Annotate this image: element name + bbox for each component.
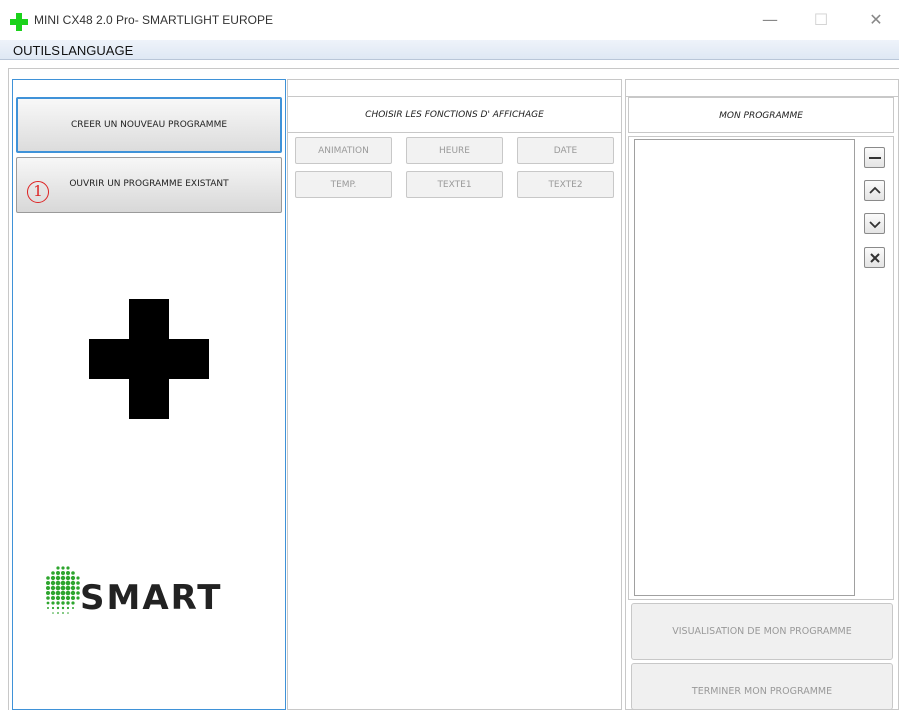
green-cross-icon <box>10 13 28 31</box>
function-animation-button[interactable]: ANIMATION <box>295 137 392 164</box>
dot-grid-icon <box>46 566 80 614</box>
create-program-button[interactable]: CREER UN NOUVEAU PROGRAMME <box>16 97 282 153</box>
functions-panel-top <box>287 79 622 97</box>
minus-icon <box>869 157 881 159</box>
create-program-label: CREER UN NOUVEAU PROGRAMME <box>70 120 228 130</box>
move-up-button[interactable] <box>864 180 885 201</box>
function-heure-button[interactable]: HEURE <box>406 137 503 164</box>
menu-language[interactable]: LANGUAGE <box>61 43 133 58</box>
smart-brand-text: SMART <box>80 578 223 618</box>
remove-step-button[interactable] <box>864 147 885 168</box>
open-program-button[interactable]: OUVRIR UN PROGRAMME EXISTANT <box>16 157 282 213</box>
chevron-down-icon <box>869 221 881 229</box>
preview-program-button[interactable]: VISUALISATION DE MON PROGRAMME <box>631 603 893 660</box>
annotation-marker: 1 <box>27 181 49 203</box>
function-texte2-button[interactable]: TEXTE2 <box>517 171 614 198</box>
close-icon <box>870 253 880 263</box>
close-window-button[interactable]: ✕ <box>862 8 890 32</box>
finish-program-button[interactable]: TERMINER MON PROGRAMME <box>631 663 893 710</box>
move-down-button[interactable] <box>864 213 885 234</box>
maximize-button[interactable]: ☐ <box>807 8 835 32</box>
delete-step-button[interactable] <box>864 247 885 268</box>
function-temp-button[interactable]: TEMP. <box>295 171 392 198</box>
program-list[interactable] <box>634 139 855 596</box>
window-title: MINI CX48 2.0 Pro- SMARTLIGHT EUROPE <box>34 13 273 27</box>
function-texte1-button[interactable]: TEXTE1 <box>406 171 503 198</box>
black-cross-icon <box>89 299 209 419</box>
program-header: MON PROGRAMME <box>628 97 894 133</box>
preview-program-label: VISUALISATION DE MON PROGRAMME <box>672 626 852 637</box>
functions-header: CHOISIR LES FONCTIONS D' AFFICHAGE <box>288 98 621 133</box>
menu-bar: OUTILS LANGUAGE <box>0 40 899 60</box>
chevron-up-icon <box>869 186 881 194</box>
title-bar: MINI CX48 2.0 Pro- SMARTLIGHT EUROPE — ☐… <box>0 0 899 40</box>
function-date-button[interactable]: DATE <box>517 137 614 164</box>
menu-outils[interactable]: OUTILS <box>13 43 60 58</box>
open-program-label: OUVRIR UN PROGRAMME EXISTANT <box>69 179 229 189</box>
minimize-button[interactable]: — <box>756 8 784 32</box>
program-panel-top <box>625 79 899 97</box>
finish-program-label: TERMINER MON PROGRAMME <box>691 686 833 697</box>
